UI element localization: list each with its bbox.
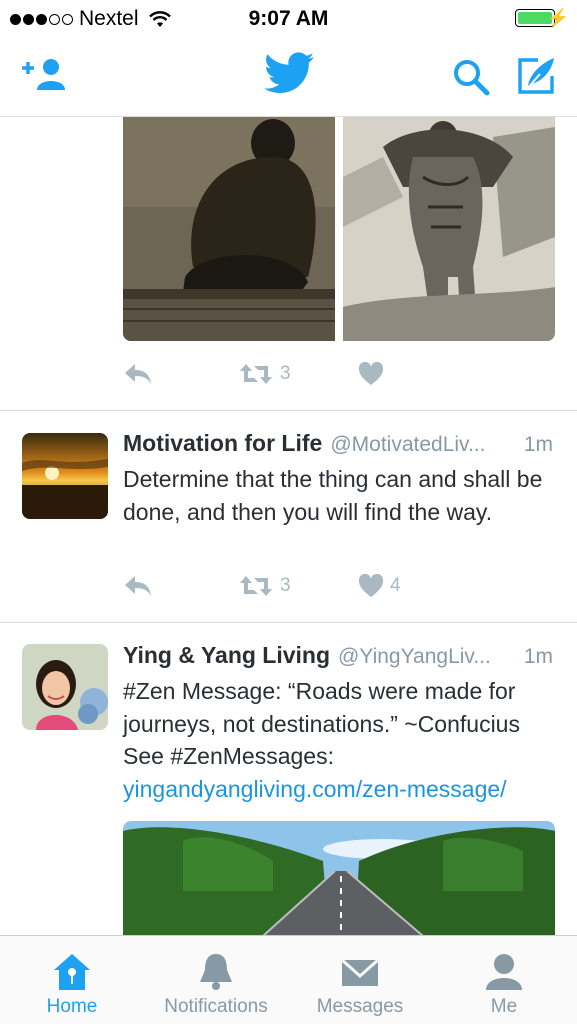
tweet-item[interactable]: Motivation for Life @MotivatedLiv... 1m D… — [0, 411, 577, 623]
tweet-image-1[interactable] — [123, 117, 335, 341]
bell-icon — [200, 954, 232, 990]
tab-messages[interactable]: Messages — [288, 936, 432, 1024]
tweet-author[interactable]: Ying & Yang Living @YingYangLiv... — [123, 642, 491, 669]
tweet-author[interactable]: Motivation for Life @MotivatedLiv... — [123, 430, 485, 457]
retweet-icon — [240, 576, 272, 596]
add-user-icon[interactable] — [20, 56, 68, 92]
like-count: 4 — [390, 575, 401, 596]
display-name: Motivation for Life — [123, 430, 323, 456]
timestamp: 1m — [523, 433, 553, 456]
reply-button[interactable] — [123, 574, 153, 598]
tab-label: Home — [46, 996, 98, 1017]
tab-home[interactable]: Home — [0, 936, 144, 1024]
engraving-hercules-image — [343, 117, 555, 341]
tweet-text: #Zen Message: “Roads were made for journ… — [123, 675, 563, 805]
home-icon — [54, 954, 90, 990]
sunset-avatar-image — [22, 433, 108, 519]
bottom-tab-bar: Home Notifications Messages Me — [0, 935, 577, 1024]
tweet-actions: 3 — [123, 362, 563, 392]
retweet-button[interactable]: 3 — [238, 362, 291, 386]
reply-icon — [125, 576, 151, 596]
tweet-link[interactable]: yingandyangliving.com/zen-message/ — [123, 776, 507, 802]
tab-label: Notifications — [164, 996, 268, 1017]
person-icon — [486, 954, 522, 990]
twitter-bird-icon[interactable] — [264, 52, 314, 94]
etching-seated-figure-image — [123, 117, 335, 341]
tweet-image-2[interactable] — [343, 117, 555, 341]
retweet-icon — [240, 364, 272, 384]
tab-label: Messages — [316, 996, 404, 1017]
retweet-count: 3 — [280, 363, 291, 384]
reply-icon — [125, 364, 151, 384]
handle: @MotivatedLiv... — [330, 433, 486, 456]
heart-icon — [358, 574, 384, 597]
display-name: Ying & Yang Living — [123, 642, 331, 668]
retweet-count: 3 — [280, 575, 291, 596]
tab-me[interactable]: Me — [432, 936, 576, 1024]
like-button[interactable]: 4 — [358, 574, 401, 598]
tab-label: Me — [490, 996, 518, 1017]
clock: 9:07 AM — [248, 7, 329, 30]
charging-icon: ⚡ — [546, 8, 569, 28]
compose-icon[interactable] — [516, 56, 558, 96]
tab-notifications[interactable]: Notifications — [144, 936, 288, 1024]
timestamp: 1m — [523, 645, 553, 668]
woman-portrait-avatar-image — [22, 644, 108, 730]
search-icon[interactable] — [452, 58, 490, 96]
tweet-actions: 3 4 — [123, 574, 563, 604]
road-landscape-image — [123, 821, 555, 936]
tweet-body: #Zen Message: “Roads were made for journ… — [123, 678, 520, 769]
avatar[interactable] — [22, 433, 108, 519]
tweet-item[interactable]: 3 — [0, 117, 577, 411]
status-bar: Nextel 9:07 AM ⚡ — [0, 0, 577, 38]
handle: @YingYangLiv... — [338, 645, 491, 668]
like-button[interactable] — [358, 362, 390, 386]
tweet-image[interactable] — [123, 821, 555, 936]
avatar[interactable] — [22, 644, 108, 730]
tweet-item[interactable]: Ying & Yang Living @YingYangLiv... 1m #Ze… — [0, 623, 577, 936]
retweet-button[interactable]: 3 — [238, 574, 291, 598]
heart-icon — [358, 362, 384, 385]
envelope-icon — [341, 958, 379, 986]
tweet-text: Determine that the thing can and shall b… — [123, 466, 543, 525]
top-nav-bar — [0, 38, 577, 117]
reply-button[interactable] — [123, 362, 153, 386]
